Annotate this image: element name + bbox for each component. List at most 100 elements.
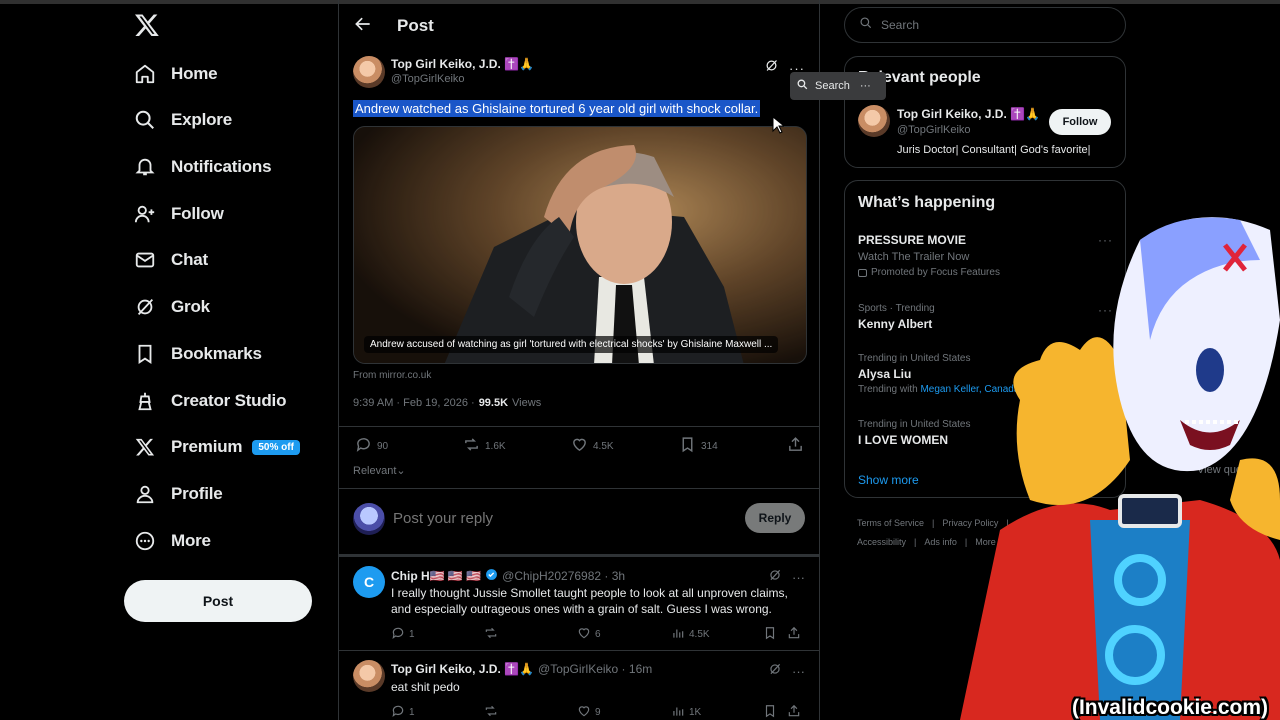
chevron-down-icon: ⌄ [396,465,406,477]
search-icon [859,16,873,35]
post-detail-column: Post Top Girl Keiko, J.D. ✝️🙏 @TopGirlKe… [338,0,1263,720]
comment-header: Top Girl Keiko, J.D. ✝️🙏 @TopGirlKeiko ·… [391,662,652,676]
nav-label: Follow [171,204,224,223]
reply-input[interactable] [393,510,693,527]
more-options-icon[interactable]: ··· [792,570,805,585]
nav-item-notifications[interactable]: Notifications [134,147,272,187]
footer-separator: | [914,537,917,547]
nav-label: Grok [171,297,210,316]
nav-item-premium[interactable]: Premium 50% off [134,427,300,467]
like-count: 6 [595,629,601,640]
commenter-avatar[interactable] [353,660,385,692]
search-bar[interactable] [844,7,1126,43]
reply-icon [391,704,405,720]
reply-action[interactable]: 90 [355,436,388,456]
divider [339,650,819,651]
views-action[interactable]: 1K [671,704,701,720]
page-title: Post [397,16,434,35]
back-arrow-icon[interactable] [353,14,373,34]
author-name[interactable]: Top Girl Keiko, J.D. ✝️🙏 [391,57,534,71]
show-more-link[interactable]: Show more [858,473,919,487]
bookmark-action[interactable]: 314 [679,436,718,456]
author-avatar[interactable] [353,56,385,88]
promoted-icon [858,268,867,277]
search-input[interactable] [881,18,1101,32]
person-avatar[interactable] [858,105,890,137]
commenter-handle[interactable]: @TopGirlKeiko · 16m [538,662,652,676]
nav-item-bookmarks[interactable]: Bookmarks [134,334,262,374]
bookmark-action[interactable] [763,704,777,720]
like-action[interactable]: 9 [577,704,601,720]
more-options-icon[interactable]: ··· [792,664,805,679]
current-user-avatar[interactable] [353,503,385,535]
views-action[interactable]: 4.5K [671,626,710,643]
nav-item-home[interactable]: Home [134,54,218,94]
post-button[interactable]: Post [124,580,312,622]
nav-label: Bookmarks [171,344,262,363]
nav-item-follow[interactable]: Follow [134,194,224,234]
divider [339,554,819,557]
x-logo-icon[interactable] [134,12,160,38]
like-action[interactable]: 4.5K [571,436,614,456]
follow-button[interactable]: Follow [1049,109,1111,135]
person-handle[interactable]: @TopGirlKeiko [897,124,971,136]
share-icon [787,436,804,456]
repost-icon [463,436,480,456]
share-action[interactable] [787,704,801,720]
footer-link-terms[interactable]: Terms of Service [857,518,924,528]
comment-text: I really thought Jussie Smollet taught p… [391,586,788,616]
nav-item-grok[interactable]: Grok [134,287,210,327]
nav-item-more[interactable]: More [134,521,211,561]
sort-dropdown[interactable]: Relevant⌄ [353,465,406,477]
more-options-icon[interactable]: ··· [860,80,871,92]
repost-action[interactable]: 1.6K [463,436,506,456]
heart-icon [577,704,591,720]
nav-item-chat[interactable]: Chat [134,240,208,280]
link-source[interactable]: From mirror.co.uk [353,370,431,381]
share-action[interactable] [787,436,804,456]
repost-action[interactable] [484,626,502,643]
footer-link-accessibility[interactable]: Accessibility [857,537,906,547]
author-handle[interactable]: @TopGirlKeiko [391,73,465,85]
bookmark-icon [763,626,777,643]
person-name[interactable]: Top Girl Keiko, J.D. ✝️🙏 [897,107,1040,121]
like-count: 9 [595,707,601,718]
verified-badge-icon [485,568,498,584]
repost-icon [484,626,498,643]
search-icon [134,109,156,131]
like-action[interactable]: 6 [577,626,601,643]
person-bio: Juris Doctor| Consultant| God's favorite… [897,144,1091,156]
heart-icon [571,436,588,456]
reply-action[interactable]: 1 [391,704,415,720]
nav-item-profile[interactable]: Profile [134,474,223,514]
views-count: 99.5K [478,397,509,409]
reply-icon [355,436,372,456]
repost-icon [484,704,498,720]
commenter-name[interactable]: Top Girl Keiko, J.D. ✝️🙏 [391,662,534,676]
more-icon [134,530,156,552]
bookmark-action[interactable] [763,626,777,643]
post-media-card[interactable]: Andrew accused of watching as girl 'tort… [353,126,807,364]
reply-count: 90 [377,440,389,452]
reply-count: 1 [409,707,415,718]
commenter-name[interactable]: Chip H🇺🇸 🇺🇸 🇺🇸 [391,569,481,583]
repost-action[interactable] [484,704,502,720]
views-count: 4.5K [689,629,710,640]
search-icon [796,78,809,94]
commenter-handle[interactable]: @ChipH20276982 · 3h [502,569,625,583]
share-action[interactable] [787,626,801,643]
selection-search-popup[interactable]: Search ··· [790,72,886,100]
bookmark-icon [134,343,156,365]
nav-item-explore[interactable]: Explore [134,100,232,140]
nav-item-creator-studio[interactable]: Creator Studio [134,381,286,421]
commenter-avatar[interactable]: C [353,566,385,598]
views-label: Views [512,397,542,409]
mouse-cursor-icon [772,116,784,134]
profile-icon [134,483,156,505]
post-timestamp[interactable]: 9:39 AM · Feb 19, 2026 · [353,397,475,409]
views-chart-icon [671,626,685,643]
news-photo [354,127,806,363]
grok-icon[interactable] [764,58,779,78]
reply-action[interactable]: 1 [391,626,415,643]
reply-button[interactable]: Reply [745,503,805,533]
